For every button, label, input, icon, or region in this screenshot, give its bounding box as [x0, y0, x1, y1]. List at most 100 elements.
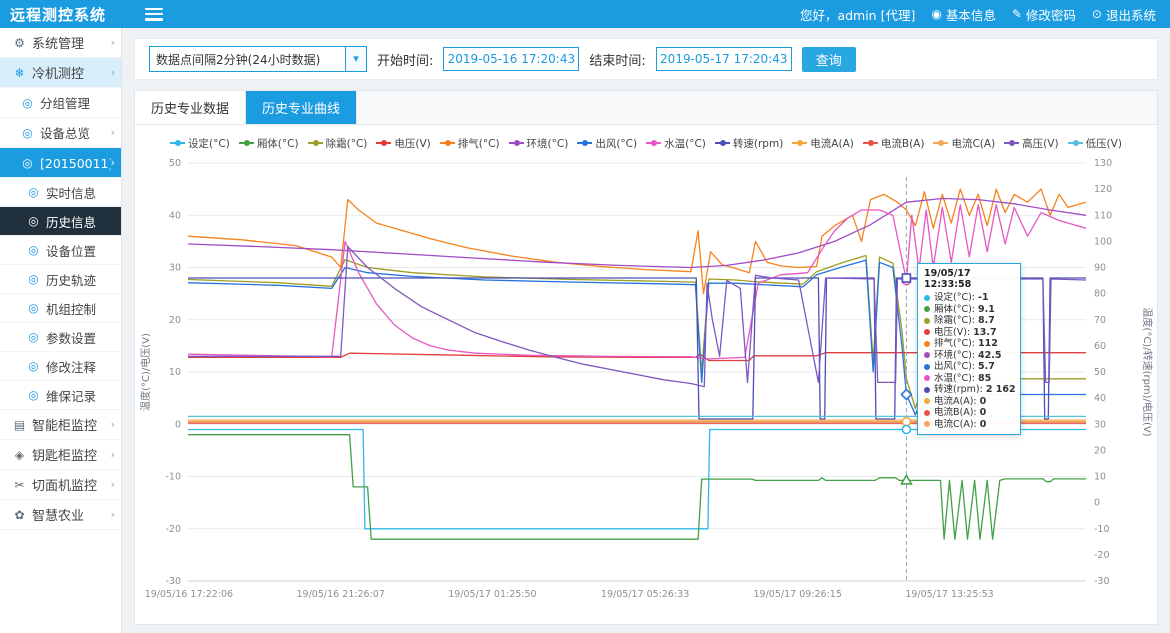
history-curve-chart[interactable]: 50403020100-10-20-3013012011010090807060… [136, 153, 1156, 629]
svg-text:40: 40 [1094, 393, 1106, 404]
sidebar-item-14[interactable]: ◈钥匙柜监控› [0, 440, 121, 470]
sidebar-item-13[interactable]: ▤智能柜监控› [0, 410, 121, 440]
sidebar-item-4[interactable]: ◎[20150011]详情› [0, 148, 121, 178]
sidebar-item-16[interactable]: ✿智慧农业› [0, 500, 121, 530]
svg-text:19/05/16 17:22:06: 19/05/16 17:22:06 [145, 589, 233, 600]
svg-text:50: 50 [169, 158, 181, 169]
svg-text:60: 60 [1094, 341, 1106, 352]
sidebar-item-2[interactable]: ◎分组管理 [0, 88, 121, 118]
cabinet-icon: ▤ [12, 418, 27, 432]
sidebar-item-7[interactable]: ◎设备位置 [0, 236, 121, 265]
key-icon: ◈ [12, 448, 27, 462]
chevron-right-icon: › [111, 156, 115, 169]
legend-item-3[interactable]: 电压(V) [376, 136, 430, 151]
svg-text:19/05/17 05:26:33: 19/05/17 05:26:33 [601, 589, 689, 600]
chevron-right-icon: › [111, 126, 115, 139]
sidebar-item-10[interactable]: ◎参数设置 [0, 323, 121, 352]
svg-text:80: 80 [1094, 289, 1106, 300]
legend-item-12[interactable]: 高压(V) [1004, 136, 1058, 151]
chevron-right-icon: › [111, 508, 115, 521]
legend-item-4[interactable]: 排气(°C) [440, 136, 500, 151]
interval-select-value: 数据点间隔2分钟(24小时数据) [150, 51, 345, 68]
legend-item-11[interactable]: 电流C(A) [933, 136, 995, 151]
svg-text:130: 130 [1094, 158, 1112, 169]
query-button[interactable]: 查询 [802, 47, 856, 72]
chevron-right-icon: › [111, 418, 115, 431]
hamburger-menu-icon[interactable] [145, 8, 163, 21]
legend-item-5[interactable]: 环境(°C) [509, 136, 569, 151]
legend-item-10[interactable]: 电流B(A) [863, 136, 925, 151]
sidebar-item-8[interactable]: ◎历史轨迹 [0, 265, 121, 294]
svg-text:40: 40 [169, 210, 181, 221]
legend-marker [715, 142, 730, 144]
sidebar-item-0[interactable]: ⚙系统管理› [0, 28, 121, 58]
svg-text:19/05/17 01:25:50: 19/05/17 01:25:50 [448, 589, 536, 600]
svg-text:温度(°C)/电压(V): 温度(°C)/电压(V) [139, 333, 152, 411]
user-icon: ◉ [931, 7, 941, 21]
topbar: 远程测控系统 您好，admin [代理] ◉基本信息 ✎修改密码 ⊙退出系统 [0, 0, 1170, 28]
start-time-input[interactable] [443, 47, 579, 71]
legend-marker [863, 142, 878, 144]
legend-item-7[interactable]: 水温(°C) [646, 136, 706, 151]
legend-item-9[interactable]: 电流A(A) [792, 136, 854, 151]
interval-select[interactable]: 数据点间隔2分钟(24小时数据) ▾ [149, 46, 367, 72]
machine-icon: ✂ [12, 478, 27, 492]
sidebar-item-15[interactable]: ✂切面机监控› [0, 470, 121, 500]
legend-marker [440, 142, 455, 144]
topbar-link-edit[interactable]: ✎修改密码 [1012, 5, 1076, 24]
filter-bar: 数据点间隔2分钟(24小时数据) ▾ 开始时间: 结束时间: 查询 [134, 38, 1158, 80]
snowflake-icon: ❄ [12, 66, 27, 80]
legend-item-13[interactable]: 低压(V) [1068, 136, 1122, 151]
sidebar-item-11[interactable]: ◎修改注释 [0, 352, 121, 381]
sidebar-item-1[interactable]: ❄冷机测控› [0, 58, 121, 88]
legend-marker [376, 142, 391, 144]
legend-marker [646, 142, 661, 144]
sidebar-item-6[interactable]: ◎历史信息 [0, 207, 121, 236]
end-time-label: 结束时间: [589, 50, 645, 69]
legend-item-6[interactable]: 出风(°C) [577, 136, 637, 151]
end-time-input[interactable] [656, 47, 792, 71]
legend-item-1[interactable]: 厢体(°C) [239, 136, 299, 151]
svg-text:10: 10 [1094, 472, 1106, 483]
legend-item-8[interactable]: 转速(rpm) [715, 136, 783, 151]
sidebar-item-5[interactable]: ◎实时信息 [0, 178, 121, 207]
topbar-link-power[interactable]: ⊙退出系统 [1092, 5, 1156, 24]
app-window: 远程测控系统 您好，admin [代理] ◉基本信息 ✎修改密码 ⊙退出系统 ⚙系统… [0, 0, 1170, 633]
svg-text:30: 30 [1094, 419, 1106, 430]
chevron-right-icon: › [111, 478, 115, 491]
sidebar: ⚙系统管理›❄冷机测控›◎分组管理◎设备总览›◎[20150011]详情›◎实时… [0, 28, 122, 633]
sidebar-item-12[interactable]: ◎维保记录 [0, 381, 121, 410]
svg-text:110: 110 [1094, 210, 1112, 221]
topbar-right: 您好，admin [代理] ◉基本信息 ✎修改密码 ⊙退出系统 [800, 5, 1170, 24]
tab-1[interactable]: 历史专业曲线 [246, 91, 357, 124]
tab-0[interactable]: 历史专业数据 [135, 91, 246, 124]
svg-text:-30: -30 [1094, 576, 1110, 587]
user-greeting: 您好，admin [代理] [800, 5, 915, 24]
sidebar-item-3[interactable]: ◎设备总览› [0, 118, 121, 148]
svg-text:20: 20 [169, 315, 181, 326]
svg-text:90: 90 [1094, 263, 1106, 274]
dot-icon: ◎ [26, 185, 41, 199]
power-icon: ⊙ [1092, 7, 1102, 21]
sidebar-item-9[interactable]: ◎机组控制 [0, 294, 121, 323]
dot-icon: ◎ [26, 388, 41, 402]
legend-item-2[interactable]: 除霜(°C) [308, 136, 368, 151]
topbar-link-user[interactable]: ◉基本信息 [931, 5, 996, 24]
svg-text:30: 30 [169, 263, 181, 274]
gear-icon: ⚙ [12, 36, 27, 50]
svg-text:-20: -20 [1094, 550, 1110, 561]
legend-marker [170, 142, 185, 144]
chevron-right-icon: › [111, 66, 115, 79]
dot-icon: ◎ [26, 330, 41, 344]
dot-icon: ◎ [26, 359, 41, 373]
chevron-right-icon: › [111, 36, 115, 49]
chevron-right-icon: › [111, 448, 115, 461]
dot-icon: ◎ [20, 156, 35, 170]
legend-marker [577, 142, 592, 144]
app-title: 远程测控系统 [0, 4, 131, 25]
leaf-icon: ✿ [12, 508, 27, 522]
dot-icon: ◎ [20, 126, 35, 140]
legend-item-0[interactable]: 设定(°C) [170, 136, 230, 151]
svg-text:70: 70 [1094, 315, 1106, 326]
svg-text:20: 20 [1094, 445, 1106, 456]
